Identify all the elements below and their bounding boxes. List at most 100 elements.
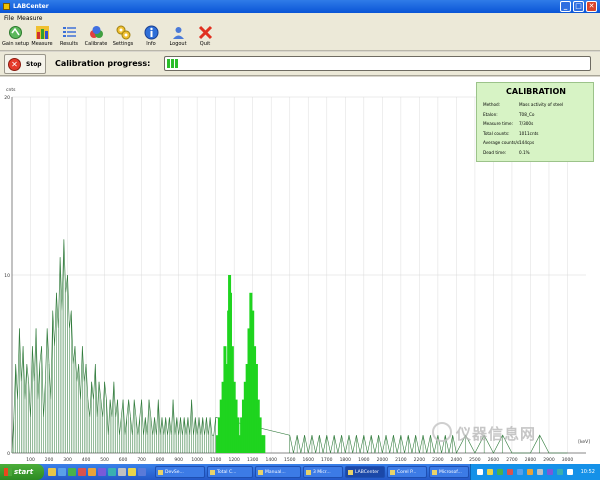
quicklaunch-app-icon[interactable] — [98, 468, 106, 476]
x-tick-label: 2000 — [377, 457, 389, 463]
calibration-key: Dead time: — [483, 149, 507, 155]
quicklaunch-app-icon[interactable] — [138, 468, 146, 476]
menu-file[interactable]: File — [4, 15, 14, 22]
progress-label: Calibration progress: — [55, 59, 151, 68]
quicklaunch-ie-icon[interactable] — [58, 468, 66, 476]
quicklaunch-app-icon[interactable] — [118, 468, 126, 476]
calibration-panel: CALIBRATION Method: Mass activity of stee… — [476, 82, 594, 162]
windows-flag-icon — [4, 468, 12, 476]
x-tick-label: 2400 — [451, 457, 463, 463]
tray-icon[interactable] — [517, 469, 523, 475]
taskbar-item[interactable]: Manual... — [255, 466, 301, 478]
calibrate-button[interactable]: Calibrate — [83, 24, 109, 50]
close-button[interactable]: ✕ — [586, 1, 597, 12]
menu-bar: File Measure — [0, 13, 600, 23]
maximize-button[interactable]: □ — [573, 1, 584, 12]
watermark-logo-icon — [432, 422, 452, 442]
start-button[interactable]: start — [0, 464, 44, 480]
x-tick-label: 1200 — [228, 457, 240, 463]
y-tick-label: 10 — [4, 273, 10, 279]
calibration-key: Average counts/s: — [483, 140, 521, 145]
x-tick-label: 100 — [26, 457, 35, 463]
taskbar-item[interactable]: Microsof... — [429, 466, 469, 478]
calibration-key: Total counts: — [483, 130, 510, 136]
calibration-row: Method: Mass activity of steel — [483, 102, 591, 109]
watermark-logo: 仪器信息网 — [432, 422, 582, 444]
calibration-row: Average counts/s: 144cps — [483, 140, 591, 147]
x-tick-label: 2900 — [543, 457, 555, 463]
tray-icon[interactable] — [477, 469, 483, 475]
results-icon — [62, 27, 76, 37]
x-tick-label: 1100 — [210, 457, 222, 463]
quit-button[interactable]: Quit — [192, 24, 218, 50]
x-tick-label: 2300 — [432, 457, 444, 463]
gain-icon — [8, 26, 22, 39]
taskbar: start DevSe... Total C... Manual... 3 Mi… — [0, 464, 600, 480]
settings-icon — [116, 25, 130, 40]
calibrate-icon — [89, 26, 103, 38]
calibration-key: Method: — [483, 102, 501, 107]
taskbar-item[interactable]: DevSe... — [155, 466, 205, 478]
quicklaunch-app-icon[interactable] — [108, 468, 116, 476]
calibration-value: 1011cnts — [519, 130, 539, 136]
calibration-key: Etalon: — [483, 111, 498, 117]
taskbar-item[interactable]: 3 Micr... — [303, 466, 343, 478]
x-tick-label: 700 — [137, 457, 146, 463]
x-tick-label: 2600 — [488, 457, 500, 463]
y-axis-label: cnts — [6, 87, 16, 93]
settings-button[interactable]: Settings — [110, 24, 136, 50]
x-tick-label: 2800 — [525, 457, 537, 463]
stop-button[interactable]: ✕ Stop — [4, 54, 46, 74]
calibration-value: 0.1% — [519, 149, 530, 155]
measure-button[interactable]: Measure — [29, 24, 55, 50]
tray-icon[interactable] — [527, 469, 533, 475]
x-tick-label: 2100 — [395, 457, 407, 463]
tray-icon[interactable] — [547, 469, 553, 475]
taskbar-item-labcenter[interactable]: LABCenter — [345, 466, 385, 478]
calibration-row: Dead time: 0.1% — [483, 150, 591, 157]
quicklaunch-app-icon[interactable] — [88, 468, 96, 476]
x-tick-label: 1700 — [321, 457, 333, 463]
tray-icon[interactable] — [487, 469, 493, 475]
x-tick-label: 3000 — [562, 457, 574, 463]
results-button[interactable]: Results — [56, 24, 82, 50]
tray-icon[interactable] — [507, 469, 513, 475]
minimize-button[interactable]: _ — [560, 1, 571, 12]
y-tick-label: 0 — [7, 451, 10, 457]
calibration-row: Etalon: T08_Co — [483, 112, 591, 119]
tray-icon[interactable] — [537, 469, 543, 475]
quicklaunch-app-icon[interactable] — [128, 468, 136, 476]
quicklaunch-app-icon[interactable] — [68, 468, 76, 476]
x-tick-label: 1300 — [247, 457, 259, 463]
quicklaunch-app-icon[interactable] — [78, 468, 86, 476]
x-tick-label: 900 — [174, 457, 183, 463]
control-bar: ✕ Stop Calibration progress: — [0, 52, 600, 76]
info-icon — [144, 25, 158, 40]
x-tick-label: 1600 — [303, 457, 315, 463]
taskbar-item[interactable]: Total C... — [207, 466, 253, 478]
x-tick-label: 600 — [119, 457, 128, 463]
gain-setup-button[interactable]: Gain setup — [2, 24, 29, 50]
info-button[interactable]: Info — [138, 24, 164, 50]
x-tick-label: 1800 — [340, 457, 352, 463]
calibration-value: Mass activity of steel — [519, 102, 564, 107]
stop-icon: ✕ — [8, 58, 21, 71]
quicklaunch-folder-icon[interactable] — [48, 468, 56, 476]
x-tick-label: 1000 — [191, 457, 203, 463]
x-tick-label: 200 — [45, 457, 54, 463]
app-icon — [3, 3, 10, 10]
menu-measure[interactable]: Measure — [17, 15, 43, 22]
tray-icon[interactable] — [497, 469, 503, 475]
tray-icon[interactable] — [567, 469, 573, 475]
x-tick-label: 500 — [100, 457, 109, 463]
logout-icon — [172, 27, 184, 39]
clock: 10:52 — [580, 469, 595, 475]
logout-button[interactable]: Logout — [165, 24, 191, 50]
x-tick-label: 2700 — [506, 457, 518, 463]
progress-fill — [167, 59, 178, 68]
tray-icon[interactable] — [557, 469, 563, 475]
x-tick-label: 2500 — [469, 457, 481, 463]
window-title: LABCenter — [13, 3, 49, 10]
taskbar-item[interactable]: Corel P... — [387, 466, 427, 478]
calibration-value: 144cps — [519, 140, 535, 145]
